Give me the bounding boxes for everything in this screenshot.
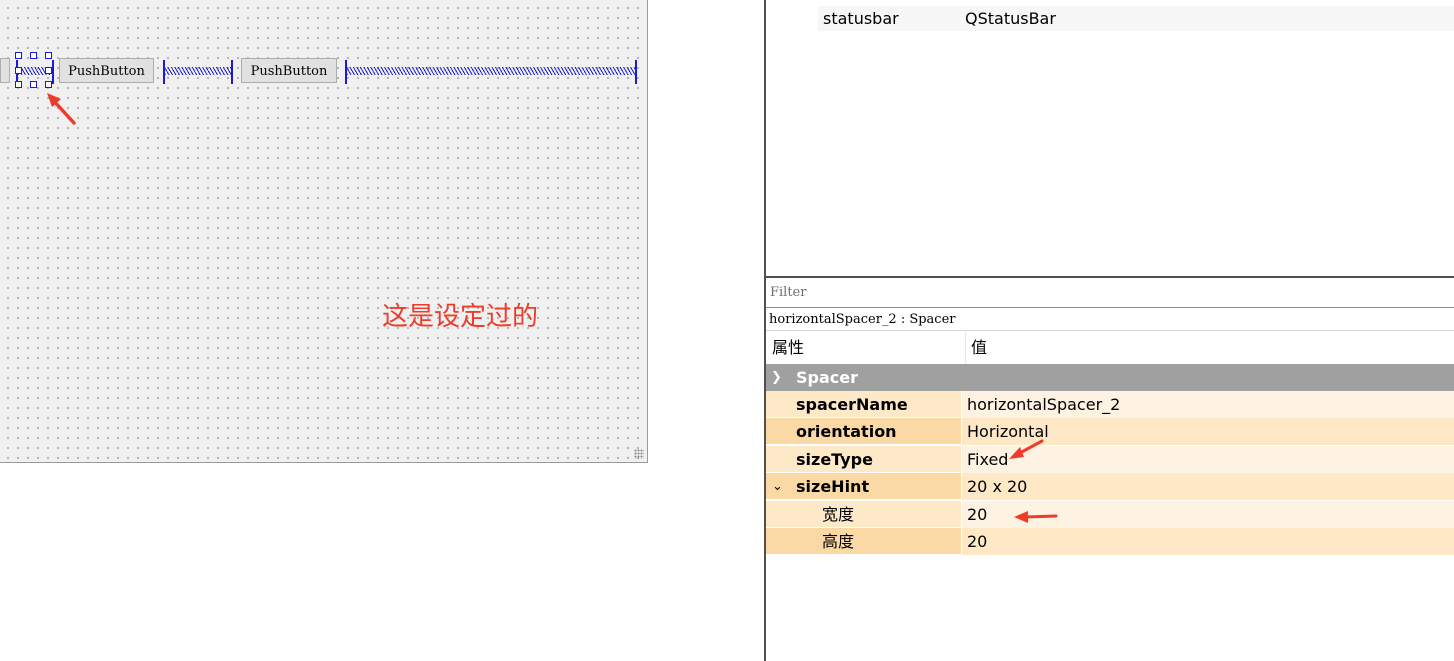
- property-row-orientation[interactable]: orientation Horizontal: [766, 418, 1454, 445]
- property-label: orientation: [796, 422, 897, 441]
- property-label: sizeHint: [796, 477, 870, 496]
- resize-grip-icon[interactable]: [634, 449, 644, 459]
- group-label: Spacer: [796, 368, 858, 387]
- column-header-value[interactable]: 值: [965, 332, 987, 364]
- object-row-statusbar[interactable]: statusbar QStatusBar: [818, 6, 1454, 31]
- property-row-height[interactable]: 高度 20: [766, 528, 1454, 555]
- property-label: 高度: [822, 532, 855, 551]
- property-label: spacerName: [796, 395, 908, 414]
- property-table-header: 属性 值: [766, 332, 1454, 364]
- selection-handle[interactable]: [30, 52, 37, 59]
- horizontal-splitter[interactable]: [766, 276, 1454, 278]
- property-label: sizeType: [796, 450, 873, 469]
- property-row-sizehint[interactable]: ⌄ sizeHint 20 x 20: [766, 473, 1454, 500]
- object-name: statusbar: [823, 9, 899, 28]
- selection-handle[interactable]: [45, 81, 52, 88]
- column-header-property[interactable]: 属性: [772, 332, 804, 364]
- selected-object-label: horizontalSpacer_2 : Spacer: [766, 309, 1454, 331]
- property-row-width[interactable]: 宽度 20: [766, 501, 1454, 528]
- selection-handle[interactable]: [45, 52, 52, 59]
- annotation-text: 这是设定过的: [382, 302, 539, 332]
- property-label: 宽度: [822, 505, 855, 524]
- selection-handle[interactable]: [30, 81, 37, 88]
- group-spacer[interactable]: ❯ Spacer: [766, 364, 1454, 391]
- property-value[interactable]: horizontalSpacer_2: [961, 391, 1454, 418]
- selection-handle[interactable]: [15, 81, 22, 88]
- push-button-1[interactable]: PushButton: [59, 58, 154, 83]
- red-arrow-icon: [1009, 439, 1044, 459]
- property-value[interactable]: 20 x 20: [961, 473, 1454, 500]
- red-arrow-icon: [1014, 511, 1058, 523]
- property-value[interactable]: 20: [961, 528, 1454, 555]
- selection-handle[interactable]: [15, 67, 22, 74]
- selection-handle[interactable]: [45, 67, 52, 74]
- chevron-down-icon[interactable]: ❯: [771, 364, 782, 391]
- red-arrow-icon: [47, 93, 76, 125]
- object-inspector: statusbar QStatusBar: [766, 0, 1454, 276]
- push-button-2[interactable]: PushButton: [241, 58, 337, 83]
- property-row-sizetype[interactable]: sizeType Fixed: [766, 446, 1454, 473]
- spacer-coil: [347, 67, 635, 75]
- selection-handle[interactable]: [15, 52, 22, 59]
- property-row-spacername[interactable]: spacerName horizontalSpacer_2: [766, 391, 1454, 418]
- push-button-partial[interactable]: [0, 58, 10, 83]
- spacer-coil: [165, 67, 231, 75]
- form-canvas[interactable]: PushButton PushButton 这是设定过的: [0, 0, 648, 463]
- chevron-down-icon[interactable]: ⌄: [772, 473, 783, 500]
- filter-input[interactable]: Filter: [766, 279, 1454, 308]
- horizontal-spacer-3[interactable]: [345, 60, 637, 84]
- horizontal-spacer-2[interactable]: [163, 60, 233, 84]
- object-class: QStatusBar: [965, 9, 1056, 28]
